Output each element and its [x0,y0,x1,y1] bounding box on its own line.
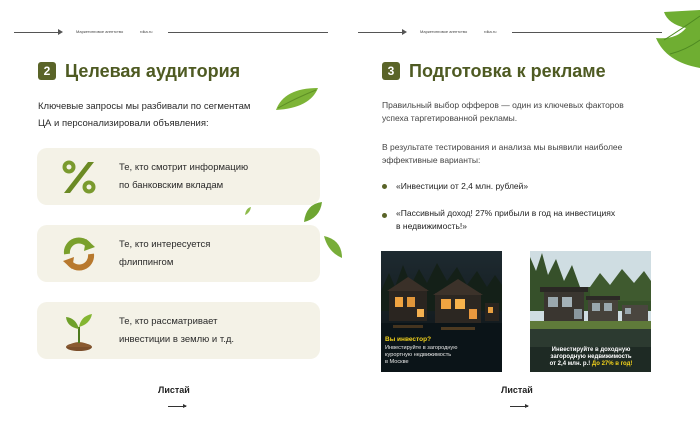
header-line [14,32,59,33]
card-text: Те, кто смотрит информацию по банковским… [119,162,249,191]
ad-body: Инвестируйте в загородную курортную недв… [385,345,458,365]
leaf-icon [304,202,322,222]
bullet-dot [382,213,387,218]
offer-text: Правильный выбор офферов — один из ключе… [382,100,624,123]
header-line [168,32,328,33]
section-number: 2 [38,62,56,80]
bullet-dot [382,184,387,189]
card-text: Те, кто интересуется флиппингом [119,239,211,268]
leaf-icon [324,236,342,258]
leaf-icon [245,207,251,215]
ad-body: Инвестируйте в доходную загородную недви… [549,347,633,367]
swipe-arrow-icon[interactable] [510,404,529,408]
swipe-label[interactable]: Листай [501,385,533,395]
header-line [358,32,403,33]
header-agency: Маркетинговое агентство [76,29,124,34]
ad-highlight: До 27% в год! [591,360,633,367]
header-arrow-icon [58,29,63,35]
card-text: Те, кто рассматривает инвестиции в землю… [119,316,235,345]
percent-icon [59,157,99,197]
header-arrow-icon [402,29,407,35]
audience-card: Те, кто интересуется флиппингом [37,225,320,282]
recycle-arrows-icon [59,234,99,274]
header-line [512,32,662,33]
header-site: rdka.ru [484,29,497,34]
audience-card: Те, кто смотрит информацию по банковским… [37,148,320,205]
ad-creative-day: Инвестируйте в доходную загородную недви… [530,251,651,372]
ad-creative-night: Вы инвестор? Инвестируйте в загородную к… [381,251,502,372]
header-site: rdka.ru [140,29,153,34]
swipe-arrow-icon[interactable] [168,404,187,408]
results-text: В результате тестирования и анализа мы в… [382,142,623,165]
intro-text: Ключевые запросы мы разбивали по сегмент… [38,101,251,129]
left-page: Маркетинговое агентство rdka.ru 2 Целева… [0,0,350,437]
bullet-text: «Пассивный доход! 27% прибыли в год на и… [396,208,616,231]
sprout-icon [59,311,99,351]
section-title: Подготовка к рекламе [409,61,606,81]
ad-headline: Вы инвестор? [385,336,432,343]
bullet-text: «Инвестиции от 2,4 млн. рублей» [396,181,529,191]
section-title: Целевая аудитория [65,61,241,81]
leaves-corner-icon [656,10,700,68]
swipe-label[interactable]: Листай [158,385,190,395]
header-agency: Маркетинговое агентство [420,29,468,34]
section-number: 3 [382,62,400,80]
audience-card: Те, кто рассматривает инвестиции в землю… [37,302,320,359]
leaf-icon [276,88,318,110]
